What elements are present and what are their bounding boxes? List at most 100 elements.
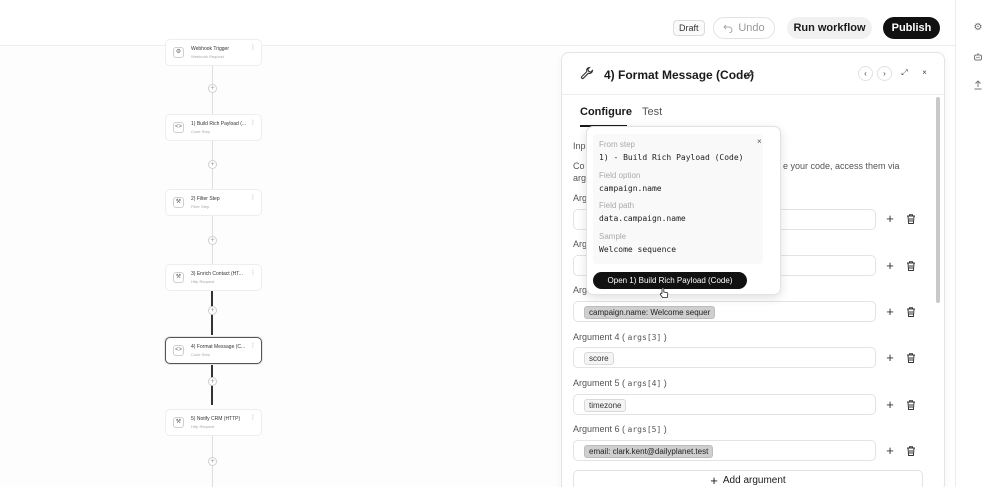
expand-icon[interactable]: ⤢ <box>897 66 912 81</box>
node-title: 2) Filter Step <box>191 196 220 202</box>
workflow-node[interactable]: <> 1) Build Rich Payload (... Code Step … <box>165 114 262 141</box>
workflow-node[interactable]: ⚙ Webhook Trigger Webhook Request ⋮ <box>165 39 262 66</box>
workflow-node-selected[interactable]: <> 4) Format Message (C... Code Step ⋮ <box>165 337 262 364</box>
add-field-icon[interactable]: + <box>884 351 896 364</box>
workflow-node[interactable]: ⚒ 5) Notify CRM (HTTP) Http Request ⋮ <box>165 409 262 436</box>
webhook-icon: ⚙ <box>173 47 184 58</box>
argument-label: Arg <box>573 285 588 295</box>
node-subtitle: Webhook Request <box>191 54 224 59</box>
node-menu-icon[interactable]: ⋮ <box>250 44 256 51</box>
truncated-description: Co <box>573 161 585 171</box>
add-argument-button[interactable]: + Add argument <box>573 470 923 487</box>
close-icon[interactable]: × <box>917 66 932 81</box>
plus-icon: + <box>710 472 718 487</box>
node-menu-icon[interactable]: ⋮ <box>250 119 256 126</box>
wrench-icon: ⚒ <box>173 272 184 283</box>
node-title: 4) Format Message (C... <box>191 344 246 350</box>
add-field-icon[interactable]: + <box>884 444 896 457</box>
tab-configure[interactable]: Configure <box>580 106 632 118</box>
add-step-icon[interactable]: + <box>208 160 217 169</box>
field-option-value: campaign.name <box>599 184 662 193</box>
argument-label: Argument 6 ( args[5] ) <box>573 424 667 434</box>
argument-label: Argument 5 ( args[4] ) <box>573 378 667 388</box>
add-field-icon[interactable]: + <box>884 212 896 225</box>
add-step-icon[interactable]: + <box>208 84 217 93</box>
close-icon[interactable]: × <box>757 137 762 146</box>
add-step-icon[interactable]: + <box>208 377 217 386</box>
node-menu-icon[interactable]: ⋮ <box>250 194 256 201</box>
trash-icon[interactable] <box>905 306 917 318</box>
open-source-step-button[interactable]: Open 1) Build Rich Payload (Code) <box>593 272 747 289</box>
variable-pill[interactable]: email: clark.kent@dailyplanet.test <box>584 445 714 458</box>
sample-value: Welcome sequence <box>599 245 677 254</box>
field-info-popover: × From step 1) - Build Rich Payload (Cod… <box>586 126 781 295</box>
node-title: 5) Notify CRM (HTTP) <box>191 416 241 422</box>
settings-icon[interactable]: ⚙ <box>973 23 983 33</box>
variable-pill[interactable]: score <box>584 352 614 365</box>
next-step-icon[interactable]: › <box>877 66 892 81</box>
description-text: e your code, access them via <box>783 161 900 171</box>
node-subtitle: Filter Step <box>191 204 210 209</box>
node-subtitle: Http Request <box>191 424 215 429</box>
tab-test[interactable]: Test <box>642 106 662 118</box>
workflow-canvas[interactable]: + + + + + + ⚙ Webhook Trigger Webhook Re… <box>0 39 560 487</box>
truncated-label: Inp <box>573 141 586 151</box>
node-subtitle: Code Step <box>191 352 210 357</box>
add-step-icon[interactable]: + <box>208 236 217 245</box>
trash-icon[interactable] <box>905 260 917 272</box>
trash-icon[interactable] <box>905 399 917 411</box>
node-menu-icon[interactable]: ⋮ <box>250 269 256 276</box>
node-title: 3) Enrich Contact (HT... <box>191 271 243 277</box>
trash-icon[interactable] <box>905 352 917 364</box>
field-path-value: data.campaign.name <box>599 214 686 223</box>
add-step-icon[interactable]: + <box>208 457 217 466</box>
node-subtitle: Code Step <box>191 129 210 134</box>
argument-input[interactable]: score <box>573 347 876 368</box>
bot-icon[interactable] <box>973 52 983 62</box>
right-rail: ⚙ <box>955 0 1000 487</box>
sample-label: Sample <box>599 232 627 241</box>
undo-icon <box>723 24 733 33</box>
argument-input[interactable]: timezone <box>573 394 876 415</box>
previous-step-icon[interactable]: ‹ <box>858 66 873 81</box>
add-argument-label: Add argument <box>722 474 786 486</box>
argument-input[interactable]: email: clark.kent@dailyplanet.test <box>573 440 876 461</box>
add-field-icon[interactable]: + <box>884 259 896 272</box>
variable-pill[interactable]: timezone <box>584 399 627 412</box>
node-menu-icon[interactable]: ⋮ <box>250 414 256 421</box>
argument-input[interactable]: campaign.name: Welcome sequer <box>573 301 876 322</box>
field-option-label: Field option <box>599 171 641 180</box>
add-field-icon[interactable]: + <box>884 305 896 318</box>
undo-button[interactable]: Undo <box>713 17 775 39</box>
variable-pill[interactable]: campaign.name: Welcome sequer <box>584 306 716 319</box>
panel-title: 4) Format Message (Code) <box>604 68 755 82</box>
add-step-icon[interactable]: + <box>208 306 217 315</box>
from-step-label: From step <box>599 140 636 149</box>
argument-label: Argument 4 ( args[3] ) <box>573 332 667 342</box>
truncated-description: arg <box>573 173 587 183</box>
code-icon: <> <box>173 345 184 356</box>
hand-cursor-icon <box>659 287 669 298</box>
publish-button[interactable]: Publish <box>883 17 940 39</box>
run-workflow-button[interactable]: Run workflow <box>787 17 872 39</box>
workflow-node[interactable]: ⚒ 3) Enrich Contact (HT... Http Request … <box>165 264 262 291</box>
trash-icon[interactable] <box>905 445 917 457</box>
node-subtitle: Http Request <box>191 279 215 284</box>
node-menu-icon[interactable]: ⋮ <box>250 342 256 349</box>
undo-label: Undo <box>738 22 765 34</box>
draft-badge: Draft <box>673 20 705 36</box>
wrench-icon: ⚒ <box>173 197 184 208</box>
edit-pencil-icon[interactable] <box>744 69 755 80</box>
node-title: Webhook Trigger <box>191 46 229 52</box>
workflow-node[interactable]: ⚒ 2) Filter Step Filter Step ⋮ <box>165 189 262 216</box>
workflow-editor: Draft Undo Run workflow Publish ⚙ + + + … <box>0 0 1000 487</box>
wrench-icon <box>580 66 594 80</box>
add-field-icon[interactable]: + <box>884 398 896 411</box>
panel-scrollbar[interactable] <box>936 97 940 303</box>
trash-icon[interactable] <box>905 213 917 225</box>
upload-icon[interactable] <box>973 80 983 90</box>
top-bar: Draft Undo Run workflow Publish <box>0 0 955 46</box>
field-path-label: Field path <box>599 201 635 210</box>
node-title: 1) Build Rich Payload (... <box>191 121 247 127</box>
panel-tabs: Configure Test <box>562 95 944 127</box>
